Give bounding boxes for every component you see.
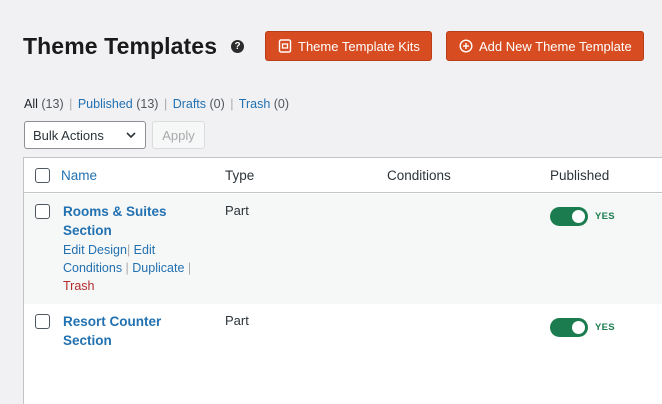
column-published: Published: [550, 168, 610, 183]
column-type: Type: [225, 168, 255, 183]
edit-design-link[interactable]: Edit Design: [63, 243, 127, 257]
chevron-down-icon: [126, 132, 136, 139]
theme-template-kits-button[interactable]: Theme Template Kits: [265, 31, 432, 61]
template-type: Part: [225, 203, 249, 218]
published-toggle[interactable]: [550, 207, 588, 226]
add-button-label: Add New Theme Template: [479, 38, 632, 54]
column-conditions: Conditions: [387, 168, 451, 183]
bulk-actions-value: Bulk Actions: [33, 127, 104, 143]
toggle-knob: [572, 210, 585, 223]
apply-button[interactable]: Apply: [152, 121, 205, 149]
filter-published-count: (13): [136, 97, 159, 111]
filter-drafts[interactable]: Drafts: [173, 97, 206, 111]
template-title-link[interactable]: Resort Counter Section: [63, 312, 193, 350]
row-checkbox[interactable]: [35, 314, 50, 329]
plus-circle-icon: [459, 39, 473, 53]
filter-trash[interactable]: Trash: [239, 97, 271, 111]
filter-published[interactable]: Published: [78, 97, 133, 111]
published-status: YES: [595, 322, 615, 333]
table-row: Resort Counter Section Part YES: [24, 304, 662, 404]
select-all-checkbox[interactable]: [35, 168, 50, 183]
filter-drafts-count: (0): [209, 97, 225, 111]
template-kit-icon: [278, 39, 292, 53]
filter-trash-count: (0): [273, 97, 290, 111]
table-row: Rooms & Suites Section Part Edit Design|…: [24, 194, 662, 304]
published-toggle[interactable]: [550, 318, 588, 337]
kits-button-label: Theme Template Kits: [298, 38, 420, 54]
help-icon[interactable]: ?: [231, 40, 244, 53]
toggle-knob: [572, 321, 585, 334]
table-header: Name Type Conditions Published: [24, 158, 662, 193]
row-actions: Edit Design| Edit Conditions | Duplicate…: [63, 243, 192, 293]
template-title-link[interactable]: Rooms & Suites Section: [63, 202, 193, 240]
template-type: Part: [225, 313, 249, 328]
filter-all[interactable]: All: [24, 97, 38, 111]
templates-table: Name Type Conditions Published Rooms & S…: [23, 157, 662, 404]
column-name[interactable]: Name: [61, 168, 97, 183]
row-checkbox[interactable]: [35, 204, 50, 219]
add-new-theme-template-button[interactable]: Add New Theme Template: [446, 31, 644, 61]
status-filters: All (13) | Published (13) | Drafts (0) |…: [24, 97, 290, 111]
published-status: YES: [595, 211, 615, 222]
trash-link[interactable]: Trash: [63, 279, 95, 293]
bulk-actions-select[interactable]: Bulk Actions: [24, 121, 146, 149]
filter-all-count: (13): [41, 97, 64, 111]
page-title: Theme Templates: [23, 33, 218, 59]
duplicate-link[interactable]: Duplicate: [132, 261, 184, 275]
